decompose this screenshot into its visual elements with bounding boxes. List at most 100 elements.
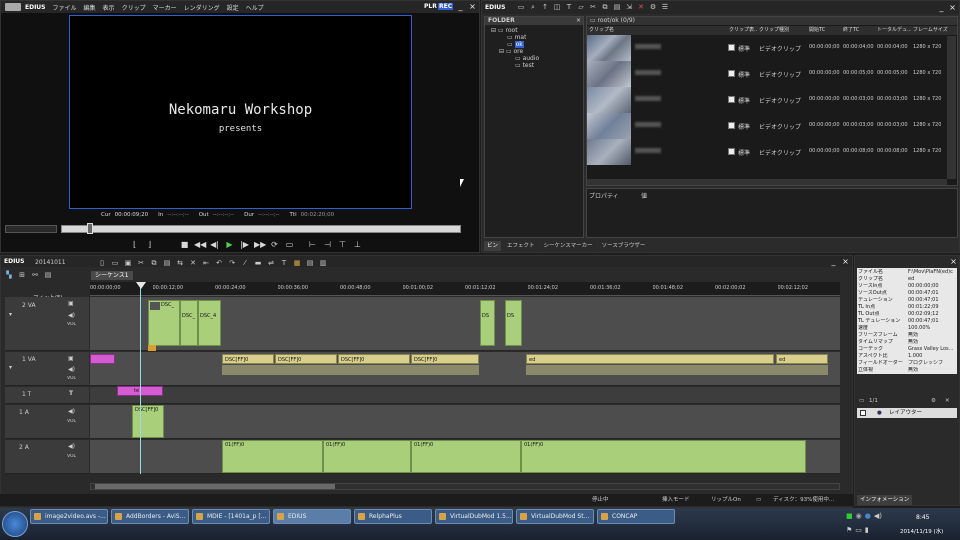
- clip-checkbox[interactable]: [728, 148, 735, 155]
- monitor-icon[interactable]: ▭: [756, 494, 761, 506]
- export-icon[interactable]: ⊥: [352, 239, 363, 250]
- taskbar-item[interactable]: RelphaPlus: [354, 509, 432, 524]
- bin-close-icon[interactable]: ×: [948, 3, 957, 12]
- title-icon[interactable]: T: [564, 2, 574, 12]
- menu-file[interactable]: ファイル: [53, 3, 77, 12]
- tree-ok[interactable]: ▭ ok: [507, 41, 524, 48]
- color-bar-icon[interactable]: ▦: [292, 258, 302, 268]
- menu-edit[interactable]: 編集: [84, 3, 96, 12]
- tree-test[interactable]: ▭ test: [515, 62, 534, 69]
- tab-sequence-marker[interactable]: シーケンスマーカー: [540, 241, 596, 251]
- taskbar-item[interactable]: image2video.avs -...: [30, 509, 108, 524]
- track-header-1t[interactable]: 1 T T: [5, 387, 89, 404]
- clip-1va-f[interactable]: ed: [776, 354, 828, 364]
- clip-2a-b[interactable]: 01(FF)0: [323, 440, 411, 473]
- clip-1va-b[interactable]: DSC[FF]0: [275, 354, 337, 364]
- copy-icon[interactable]: ⧉: [600, 2, 610, 12]
- status-insert-mode[interactable]: 挿入モード: [662, 494, 690, 506]
- status-ripple[interactable]: リップルOn: [711, 494, 741, 506]
- clip-row[interactable]: 標準 ビデオクリップ 00:00:00;00 00:00:05;00 00:00…: [587, 61, 945, 87]
- sequence-tab[interactable]: シーケンス1: [91, 271, 133, 280]
- transition-marker[interactable]: [148, 345, 156, 351]
- clip-row[interactable]: 標準 ビデオクリップ 00:00:00;00 00:00:04;00 00:00…: [587, 35, 945, 61]
- set-in-icon[interactable]: ⌊: [129, 239, 140, 250]
- tree-root[interactable]: ⊟ ▭ root: [491, 27, 518, 34]
- taskbar-item[interactable]: AddBorders - AviS...: [111, 509, 189, 524]
- audio-toggle-icon[interactable]: ◀): [68, 443, 75, 450]
- ripple-delete-icon[interactable]: ⇤: [201, 258, 211, 268]
- taskbar-item[interactable]: EDIUS: [273, 509, 351, 524]
- export-icon[interactable]: ▥: [318, 258, 328, 268]
- close-icon[interactable]: ×: [468, 2, 477, 11]
- info-tab[interactable]: インフォメーション: [857, 495, 913, 505]
- col-end-tc[interactable]: 終了TC: [843, 26, 859, 35]
- track-row-1a[interactable]: [90, 405, 840, 439]
- clip-checkbox[interactable]: [728, 122, 735, 129]
- clip-2va-b[interactable]: DSC_: [180, 300, 198, 346]
- audio-toggle-icon[interactable]: ◀): [68, 408, 75, 415]
- track-row-1t[interactable]: [90, 387, 840, 404]
- rec-mode-button[interactable]: REC: [438, 3, 454, 10]
- col-start-tc[interactable]: 開始TC: [809, 26, 825, 35]
- add-to-timeline-icon[interactable]: ⇲: [624, 2, 634, 12]
- rewind-icon[interactable]: ◀◀: [194, 239, 206, 250]
- col-clip-name[interactable]: クリップ名: [589, 26, 614, 35]
- player-jog-slider[interactable]: [5, 225, 57, 233]
- taskbar-item[interactable]: MDIE - [1401a_p [...: [192, 509, 270, 524]
- clock-date[interactable]: 2014/11/19 (水): [900, 527, 943, 535]
- clip-row[interactable]: 標準 ビデオクリップ 00:00:00;00 00:00:03;00 00:00…: [587, 87, 945, 113]
- tree-ore[interactable]: ⊟ ▭ ore: [499, 48, 523, 55]
- track-icon[interactable]: ⊞: [17, 270, 27, 280]
- scrub-handle[interactable]: [87, 223, 93, 234]
- clock-time[interactable]: 8:45: [916, 514, 929, 521]
- playhead[interactable]: [140, 284, 141, 474]
- clip-2a-a[interactable]: 01(FF)0: [222, 440, 323, 473]
- undo-icon[interactable]: ↶: [214, 258, 224, 268]
- tray-display-icon[interactable]: ▭: [855, 526, 862, 534]
- menu-marker[interactable]: マーカー: [153, 3, 177, 12]
- taskbar-item[interactable]: VirtualDubMod 1.5...: [435, 509, 513, 524]
- delete-icon[interactable]: ✕: [188, 258, 198, 268]
- taskbar-item[interactable]: CONCAP: [597, 509, 675, 524]
- new-clip-icon[interactable]: ◫: [552, 2, 562, 12]
- col-clip-type[interactable]: クリップ種別: [759, 26, 789, 35]
- group-icon[interactable]: ▤: [43, 270, 53, 280]
- view-mode-icon[interactable]: ☰: [660, 2, 670, 12]
- copy-icon[interactable]: ⧉: [149, 258, 159, 268]
- delete-icon[interactable]: ⊤: [337, 239, 348, 250]
- up-folder-icon[interactable]: ↑: [540, 2, 550, 12]
- clip-checkbox[interactable]: [728, 44, 735, 51]
- step-forward-icon[interactable]: |▶: [239, 239, 250, 250]
- folder-icon[interactable]: ▭: [516, 2, 526, 12]
- layer-row[interactable]: ● レイアウター: [857, 408, 957, 418]
- scroll-thumb[interactable]: [95, 484, 335, 489]
- cut-icon[interactable]: ✂: [136, 258, 146, 268]
- clip-1a[interactable]: DSC[FF]0: [132, 405, 164, 438]
- clip-2va-e[interactable]: DS: [505, 300, 522, 346]
- col-clip-flag[interactable]: クリップ表...: [729, 26, 757, 35]
- bin-minimize-icon[interactable]: _: [937, 3, 946, 12]
- menu-clip[interactable]: クリップ: [122, 3, 146, 12]
- search-icon[interactable]: ⌕: [528, 2, 538, 12]
- save-project-icon[interactable]: ▣: [123, 258, 133, 268]
- clip-1va-c[interactable]: DSC[FF]0: [338, 354, 410, 364]
- track-expand-icon[interactable]: ▾: [9, 311, 12, 318]
- paste-icon[interactable]: ▤: [162, 258, 172, 268]
- loop-icon[interactable]: ⟳: [269, 239, 280, 250]
- clip-2a-d[interactable]: 01(FF)0: [521, 440, 806, 473]
- clip-2va-c[interactable]: DSC_4: [198, 300, 221, 346]
- clip-2a-c[interactable]: 01(FF)0: [411, 440, 521, 473]
- transition-icon[interactable]: ▬: [253, 258, 263, 268]
- tray-network-icon[interactable]: ◉: [856, 512, 862, 520]
- menu-view[interactable]: 表示: [103, 3, 115, 12]
- col-frame-size[interactable]: フレームサイズ: [913, 26, 953, 35]
- menu-render[interactable]: レンダリング: [184, 3, 220, 12]
- playhead-handle[interactable]: [136, 282, 146, 289]
- track-header-1va[interactable]: 1 VA ▾ ▣ ◀) VOL: [5, 352, 89, 386]
- redo-icon[interactable]: ↷: [227, 258, 237, 268]
- timeline-hscrollbar[interactable]: [90, 483, 840, 490]
- fast-forward-icon[interactable]: ▶▶: [254, 239, 266, 250]
- track-header-1a[interactable]: 1 A ◀) VOL: [5, 405, 89, 439]
- clip-checkbox[interactable]: [728, 96, 735, 103]
- paste-icon[interactable]: ▤: [612, 2, 622, 12]
